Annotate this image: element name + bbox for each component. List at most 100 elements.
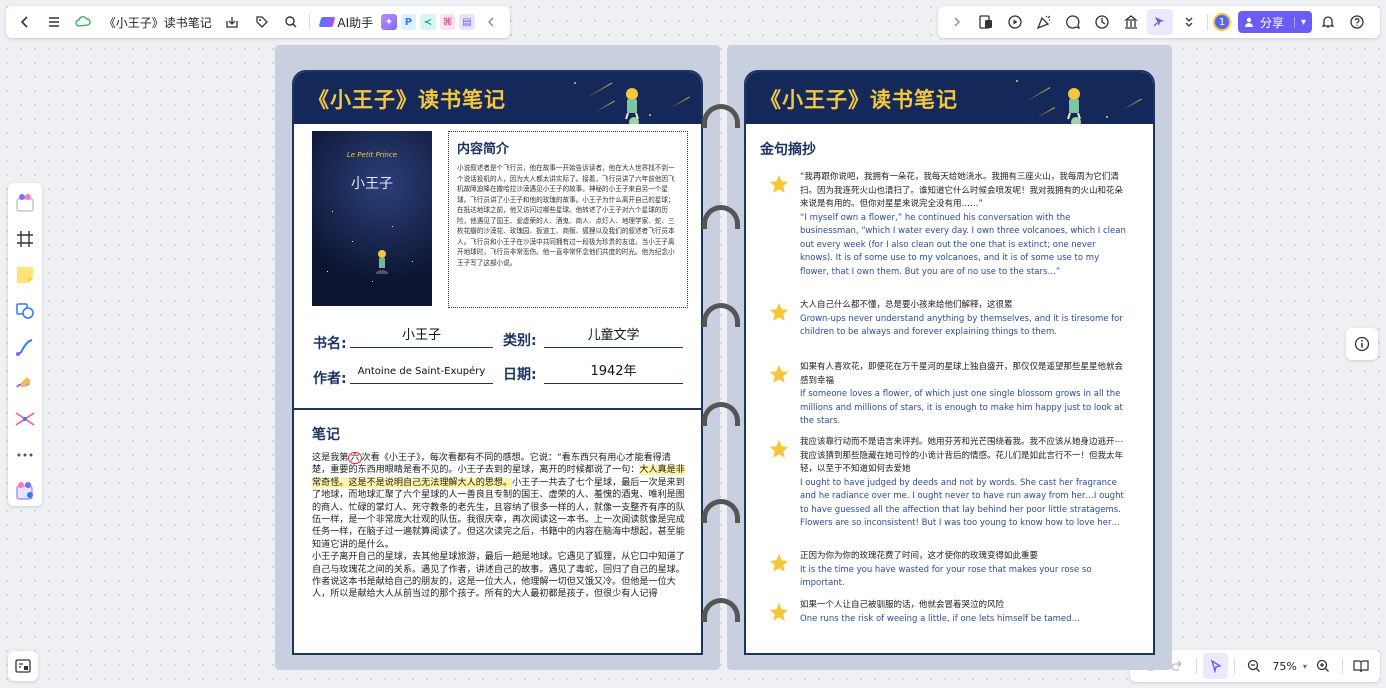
quote-chinese: 如果一个人让自己被驯服的话，他就会冒着哭泣的风险 xyxy=(800,600,1005,610)
right-page-header: 《小王子》读书笔记 xyxy=(746,72,1153,124)
quote-item[interactable]: 如果有人喜欢花，即便花在万千星河的星球上独自盛开，那仅仅是遥望那些星星他就会感到… xyxy=(768,361,1130,429)
quote-item[interactable]: 我应该靠行动而不是语言来评判。她用芬芳和光芒围绕着我。我不应该从她身边逃开⋯我应… xyxy=(768,436,1130,531)
little-prince-illustration xyxy=(625,88,639,124)
date-label: 日期: xyxy=(503,367,537,383)
mindmap-tool-icon[interactable] xyxy=(12,405,38,433)
mindmap-plugin-icon[interactable]: ⌘ xyxy=(439,14,456,30)
author-label: 作者: xyxy=(313,371,347,387)
search-icon[interactable] xyxy=(278,9,303,35)
quote-chinese: 我应该靠行动而不是语言来评判。她用芬芳和光芒围绕着我。我不应该从她身边逃开⋯我应… xyxy=(800,437,1124,474)
ai-assistant-button[interactable]: AI助手 xyxy=(316,14,377,31)
book-cover-image[interactable]: Le Petit Prince 小王子 xyxy=(312,131,432,306)
date-value[interactable]: 1942年 xyxy=(544,362,683,384)
menu-icon[interactable] xyxy=(41,9,66,35)
category-value[interactable]: 儿童文学 xyxy=(544,326,683,348)
cover-subtitle: Le Petit Prince xyxy=(346,151,398,159)
sticky-note-icon[interactable] xyxy=(12,261,38,289)
expand-icon[interactable] xyxy=(944,9,970,35)
author-value[interactable]: Antoine de Saint-Exupéry xyxy=(350,362,493,384)
avatar[interactable]: 1 xyxy=(1213,13,1231,31)
pen-tool-icon[interactable] xyxy=(12,369,38,397)
book-name-value[interactable]: 小王子 xyxy=(350,326,493,348)
summary-box[interactable]: 内容简介 小说叙述者是个飞行员，他在故事一开始告诉读者，他在大人世界找不到一个说… xyxy=(448,131,688,308)
star-icon xyxy=(769,553,789,572)
quote-chinese: 正因为你为你的玫瑰花费了时间，这才使你的玫瑰变得如此重要 xyxy=(800,551,1039,561)
quote-item[interactable]: 大人自己什么都不懂，总是要小孩来给他们解释，这很累 Grown-ups neve… xyxy=(768,299,1130,340)
page-title: 《小王子》读书笔记 xyxy=(308,88,506,112)
template-icon[interactable] xyxy=(973,9,999,35)
more-tools-icon[interactable] xyxy=(12,441,38,469)
star-icon xyxy=(769,439,789,458)
chevron-down-icon[interactable]: ▾ xyxy=(1294,16,1306,28)
prince-silhouette-icon xyxy=(376,250,388,274)
quote-text: 如果有人喜欢花，即便花在万千星河的星球上独自盛开，那仅仅是遥望那些星星他就会感到… xyxy=(800,361,1130,429)
cover-title: 小王子 xyxy=(351,176,393,192)
book-name-label: 书名: xyxy=(313,336,347,352)
quote-english: “I myself own a flower,” he continued hi… xyxy=(800,212,1126,277)
back-icon[interactable] xyxy=(12,9,37,35)
doc-title[interactable]: 《小王子》读书笔记 xyxy=(100,14,216,31)
cloud-sync-icon[interactable] xyxy=(70,9,95,35)
top-left-toolbar: 《小王子》读书笔记 AI助手 ✦ P ≺ ⌘ ▤ xyxy=(6,6,510,38)
zoom-in-icon[interactable] xyxy=(1311,653,1336,679)
select-tool-icon[interactable] xyxy=(1203,653,1229,679)
notes-body[interactable]: 这是我第六次看《小王子》，每次看都有不同的感想。它说：“看东西只有用心才能看得清… xyxy=(312,452,688,601)
library-icon[interactable] xyxy=(1118,9,1144,35)
zoom-level[interactable]: 75% xyxy=(1270,660,1298,673)
bell-icon[interactable] xyxy=(1315,9,1341,35)
celebrate-icon[interactable] xyxy=(1031,9,1057,35)
divider xyxy=(1207,14,1208,30)
more-chevron-icon[interactable] xyxy=(1176,9,1202,35)
info-button[interactable] xyxy=(1346,328,1378,360)
user-add-icon xyxy=(1245,17,1253,27)
star-icon xyxy=(769,364,789,383)
star-icon xyxy=(769,302,789,321)
help-icon[interactable] xyxy=(1344,9,1370,35)
collapse-icon[interactable] xyxy=(479,9,504,35)
share-label: 分享 xyxy=(1260,15,1285,30)
little-prince-illustration xyxy=(1067,88,1081,124)
summary-text: 小说叙述者是个飞行员，他在故事一开始告诉读者，他在大人世界找不到一个说话投机的人… xyxy=(457,164,675,267)
quote-english: If someone loves a flower, of which just… xyxy=(800,389,1123,426)
info-icon xyxy=(1354,336,1370,352)
zoom-out-icon[interactable] xyxy=(1241,653,1266,679)
top-right-toolbar: 1 分享 ▾ xyxy=(938,6,1380,38)
download-icon[interactable] xyxy=(220,9,245,35)
divider xyxy=(1234,658,1236,674)
quote-item[interactable]: 正因为你为你的玫瑰花费了时间，这才使你的玫瑰变得如此重要 It is the t… xyxy=(768,550,1130,591)
left-page-header: 《小王子》读书笔记 xyxy=(294,72,701,124)
quote-text: 大人自己什么都不懂，总是要小孩来给他们解释，这很累 Grown-ups neve… xyxy=(800,299,1130,340)
minimap-button[interactable] xyxy=(8,651,38,681)
circled-annotation: 六 xyxy=(348,452,362,464)
section-divider xyxy=(292,408,702,410)
comment-icon[interactable] xyxy=(1060,9,1086,35)
divider xyxy=(1196,658,1198,674)
quote-english: One runs the risk of weeing a little, if… xyxy=(800,613,1081,624)
notes-heading: 笔记 xyxy=(312,427,340,443)
flow-plugin-icon[interactable]: ≺ xyxy=(420,14,436,30)
category-label: 类别: xyxy=(503,333,537,349)
cursor-follow-icon[interactable] xyxy=(1147,9,1173,35)
quote-text: 正因为你为你的玫瑰花费了时间，这才使你的玫瑰变得如此重要 It is the t… xyxy=(800,550,1130,591)
frame-tool-icon[interactable] xyxy=(12,225,38,253)
image-plugin-icon[interactable]: ✦ xyxy=(381,14,397,30)
ai-logo-icon xyxy=(319,17,336,27)
tag-icon[interactable] xyxy=(249,9,274,35)
template-gallery-icon[interactable] xyxy=(12,189,38,217)
book-view-icon[interactable] xyxy=(1349,653,1374,679)
quote-item[interactable]: 如果一个人让自己被驯服的话，他就会冒着哭泣的风险 One runs the ri… xyxy=(768,599,1130,626)
connector-tool-icon[interactable] xyxy=(12,333,38,361)
history-icon[interactable] xyxy=(1089,9,1115,35)
quote-english: Grown-ups never understand anything by t… xyxy=(800,313,1123,338)
share-button[interactable]: 分享 ▾ xyxy=(1238,11,1313,33)
notes-text: 作者说这本书是献给自己的朋友的，这是一位大人，他理解一切但又饿又冷。但他是一位大… xyxy=(312,577,676,600)
quote-text: “我再跟你说吧，我拥有一朵花，我每天给她浇水。我拥有三座火山，我每周为它们清扫。… xyxy=(800,171,1130,279)
plugins-icon[interactable] xyxy=(12,477,38,505)
zoom-dropdown-icon[interactable]: ▾ xyxy=(1303,662,1307,671)
p-plugin-icon[interactable]: P xyxy=(400,14,417,30)
comment-plugin-icon[interactable]: ▤ xyxy=(459,14,475,30)
shape-tool-icon[interactable] xyxy=(12,297,38,325)
quote-item[interactable]: “我再跟你说吧，我拥有一朵花，我每天给她浇水。我拥有三座火山，我每周为它们清扫。… xyxy=(768,171,1130,279)
present-icon[interactable] xyxy=(1002,9,1028,35)
page-title: 《小王子》读书笔记 xyxy=(760,88,958,112)
